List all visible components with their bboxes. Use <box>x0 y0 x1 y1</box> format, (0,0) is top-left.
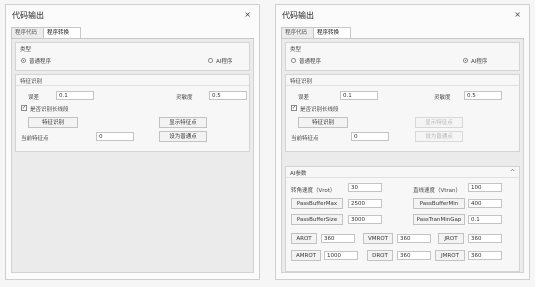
drot-input[interactable]: 360 <box>397 251 431 260</box>
feature-group-header: 特征识别 <box>20 79 43 85</box>
jrot-input[interactable]: 360 <box>468 234 502 243</box>
pass-buffer-max-button[interactable]: PassBufferMax <box>291 198 343 209</box>
arot-input[interactable]: 360 <box>321 234 355 243</box>
type-group: 类型 普通程序 AI程序 <box>15 42 250 71</box>
feature-recognition-group: 特征识别 误差 0.1 灵敏度 0.5 ✓ 是否识别长线段 特征识别 显示特征点… <box>285 74 520 152</box>
vtran-input[interactable]: 100 <box>468 183 502 192</box>
sensitivity-input[interactable]: 0.5 <box>464 91 502 100</box>
type-group: 类型 普通程序 AI程序 <box>285 42 520 71</box>
show-feature-points-button[interactable]: 显示特征点 <box>159 117 207 128</box>
sensitivity-input[interactable]: 0.5 <box>209 91 247 100</box>
pass-buffer-min-input[interactable]: 400 <box>468 199 502 208</box>
long-line-label: 是否识别长线段 <box>30 107 69 113</box>
sensitivity-label: 灵敏度 <box>176 95 193 101</box>
set-normal-point-button[interactable]: 设为普通点 <box>159 131 207 142</box>
vrot-input[interactable]: 30 <box>348 183 382 192</box>
feature-recognize-button[interactable]: 特征识别 <box>28 117 78 128</box>
vtran-label: 直线速度（Vtran） <box>413 188 462 194</box>
long-line-checkbox[interactable]: ✓ <box>21 105 27 111</box>
pass-buffer-size-input[interactable]: 3000 <box>348 215 382 224</box>
error-label: 误差 <box>298 95 310 101</box>
pass-tran-min-gap-button[interactable]: PassTranMinGap <box>413 214 465 225</box>
set-normal-point-button[interactable]: 设为普通点 <box>415 131 463 142</box>
tab-content: 类型 普通程序 AI程序 特征识别 误差 0.1 灵敏度 0.5 ✓ 是否识别长… <box>11 39 254 273</box>
current-feature-input[interactable]: 0 <box>351 132 389 141</box>
long-line-checkbox[interactable]: ✓ <box>291 105 297 111</box>
group-divider <box>16 85 249 86</box>
type-group-header: 类型 <box>20 47 32 53</box>
ai-parameters-group: AI参数 ^ 转角速度（Vrot） 30 直线速度（Vtran） 100 Pas… <box>285 166 520 272</box>
jrot-button[interactable]: JROT <box>438 233 464 244</box>
amrot-input[interactable]: 1000 <box>324 251 358 260</box>
group-divider <box>286 177 519 178</box>
jmrot-input[interactable]: 360 <box>468 251 502 260</box>
ai-program-label: AI程序 <box>471 59 488 65</box>
vmrot-input[interactable]: 360 <box>397 234 431 243</box>
pass-buffer-min-button[interactable]: PassBufferMin <box>413 198 465 209</box>
normal-program-label: 普通程序 <box>299 59 322 65</box>
current-feature-label: 当前特征点 <box>291 136 319 142</box>
normal-program-radio[interactable] <box>291 58 296 63</box>
long-line-label: 是否识别长线段 <box>300 107 339 113</box>
close-icon[interactable]: × <box>244 10 251 19</box>
vmrot-button[interactable]: VMROT <box>363 233 393 244</box>
current-feature-input[interactable]: 0 <box>96 132 134 141</box>
ai-program-radio[interactable] <box>463 58 468 63</box>
sensitivity-label: 灵敏度 <box>434 95 451 101</box>
ai-program-label: AI程序 <box>216 59 233 65</box>
error-label: 误差 <box>28 95 40 101</box>
window-title: 代码输出 <box>12 11 44 20</box>
ai-group-header: AI参数 <box>290 171 307 177</box>
type-group-header: 类型 <box>290 47 302 53</box>
vrot-label: 转角速度（Vrot） <box>291 188 336 194</box>
amrot-button[interactable]: AMROT <box>291 250 321 261</box>
ai-program-radio[interactable] <box>208 58 213 63</box>
current-feature-label: 当前特征点 <box>21 136 49 142</box>
title-bar: 代码输出 × <box>276 5 529 25</box>
jmrot-button[interactable]: JMROT <box>435 250 465 261</box>
drot-button[interactable]: DROT <box>367 250 393 261</box>
close-icon[interactable]: × <box>514 10 521 19</box>
code-output-window-left: 代码输出 × 程序代码 程序转换 类型 普通程序 AI程序 特征识别 误差 0.… <box>5 4 260 280</box>
pass-buffer-size-button[interactable]: PassBufferSize <box>291 214 343 225</box>
error-input[interactable]: 0.1 <box>56 91 94 100</box>
group-divider <box>286 85 519 86</box>
feature-recognize-button[interactable]: 特征识别 <box>298 117 348 128</box>
title-bar: 代码输出 × <box>6 5 259 25</box>
show-feature-points-button[interactable]: 显示特征点 <box>415 117 463 128</box>
normal-program-label: 普通程序 <box>29 59 52 65</box>
collapse-icon[interactable]: ^ <box>510 169 515 176</box>
normal-program-radio[interactable] <box>21 58 26 63</box>
pass-buffer-max-input[interactable]: 2500 <box>348 199 382 208</box>
window-title: 代码输出 <box>282 11 314 20</box>
feature-group-header: 特征识别 <box>290 79 313 85</box>
arot-button[interactable]: AROT <box>291 233 317 244</box>
pass-tran-min-gap-input[interactable]: 0.1 <box>468 215 502 224</box>
code-output-window-right: 代码输出 × 程序代码 程序转换 类型 普通程序 AI程序 特征识别 误差 0.… <box>275 4 530 280</box>
error-input[interactable]: 0.1 <box>340 91 378 100</box>
tab-content: 类型 普通程序 AI程序 特征识别 误差 0.1 灵敏度 0.5 ✓ 是否识别长… <box>281 39 524 273</box>
feature-recognition-group: 特征识别 误差 0.1 灵敏度 0.5 ✓ 是否识别长线段 特征识别 显示特征点… <box>15 74 250 152</box>
